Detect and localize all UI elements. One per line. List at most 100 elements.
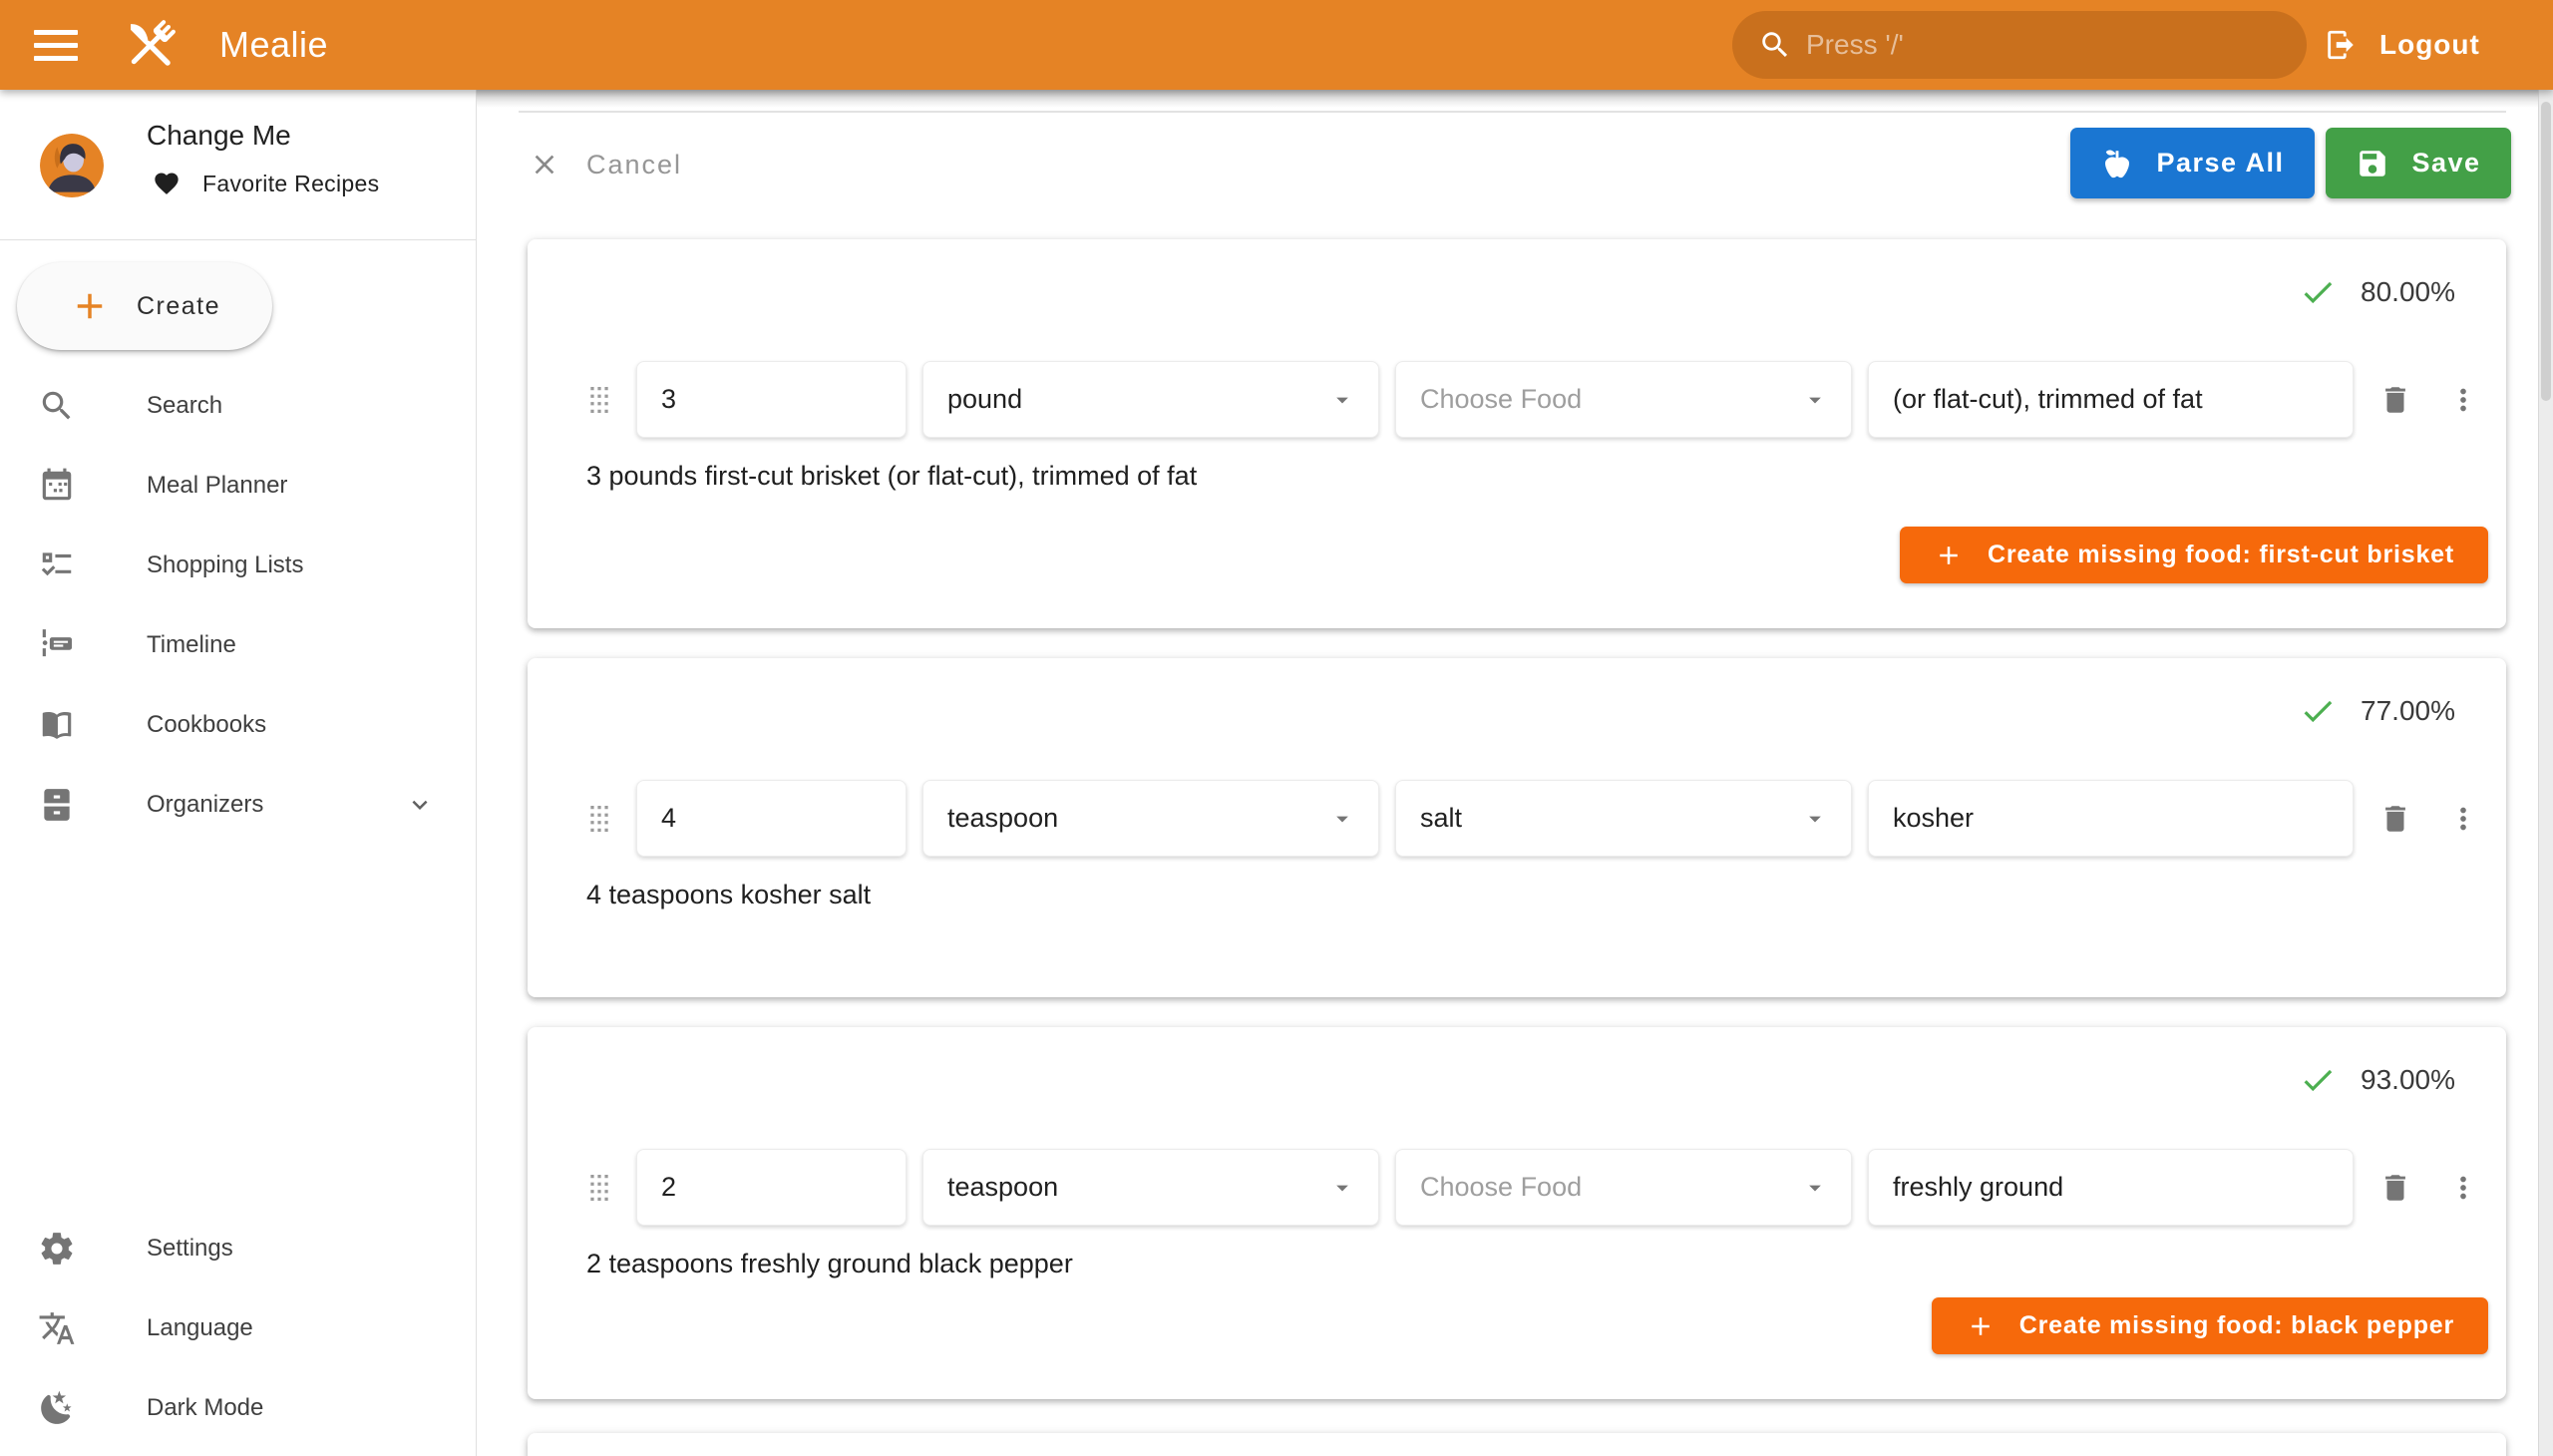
- create-missing-food-button[interactable]: Create missing food: first-cut brisket: [1900, 527, 2488, 583]
- drag-handle-icon[interactable]: [586, 797, 620, 841]
- note-input[interactable]: [1868, 780, 2354, 857]
- drag-handle-icon[interactable]: [586, 378, 620, 422]
- sidebar-item-timeline[interactable]: Timeline: [0, 605, 476, 685]
- ingredient-card: 93.00% teaspoon Choose Food 2 teaspoons …: [528, 1027, 2506, 1399]
- sidebar-footer: Settings Language Dark Mode: [0, 1209, 476, 1448]
- chevron-down-icon[interactable]: [405, 790, 435, 820]
- dropdown-caret-icon: [1801, 386, 1829, 414]
- sidebar-item-cookbooks[interactable]: Cookbooks: [0, 685, 476, 765]
- avatar[interactable]: [40, 134, 104, 197]
- ingredient-parser-page: Cancel Parse All Save 80.00% pound: [477, 90, 2553, 1456]
- quantity-input[interactable]: [636, 361, 907, 438]
- original-ingredient-text: 3 pounds first-cut brisket (or flat-cut)…: [586, 461, 1197, 492]
- menu-icon[interactable]: [34, 23, 78, 67]
- scrollbar-thumb[interactable]: [2541, 102, 2551, 401]
- sidebar-item-label: Settings: [147, 1235, 233, 1263]
- food-select[interactable]: Choose Food: [1395, 1149, 1852, 1226]
- dropdown-caret-icon: [1328, 1174, 1356, 1202]
- dropdown-caret-icon: [1801, 805, 1829, 833]
- unit-select[interactable]: pound: [922, 361, 1379, 438]
- sidebar-nav: Search Meal Planner Shopping Lists Timel…: [0, 366, 476, 845]
- parse-all-button[interactable]: Parse All: [2070, 128, 2315, 198]
- sidebar-item-settings[interactable]: Settings: [0, 1209, 476, 1288]
- user-name: Change Me: [147, 120, 291, 152]
- timeline-icon: [38, 626, 76, 664]
- unit-value: teaspoon: [947, 1172, 1058, 1203]
- logout-icon: [2324, 28, 2358, 62]
- search-bar[interactable]: [1732, 11, 2307, 79]
- parse-all-label: Parse All: [2156, 148, 2284, 179]
- sidebar-item-shopping-lists[interactable]: Shopping Lists: [0, 526, 476, 605]
- more-options-button[interactable]: [2437, 793, 2489, 845]
- cancel-button[interactable]: Cancel: [529, 135, 682, 194]
- confidence-row: 80.00%: [2299, 273, 2455, 311]
- search-icon: [1758, 28, 1792, 62]
- user-block[interactable]: Change Me Favorite Recipes: [0, 90, 476, 239]
- save-button[interactable]: Save: [2326, 128, 2511, 198]
- unit-select[interactable]: teaspoon: [922, 780, 1379, 857]
- moon-icon: [38, 1389, 76, 1427]
- cabinet-icon: [38, 786, 76, 824]
- more-options-button[interactable]: [2437, 374, 2489, 426]
- check-icon: [2299, 273, 2337, 311]
- sidebar-item-label: Timeline: [147, 631, 236, 659]
- list-checks-icon: [38, 546, 76, 584]
- delete-button[interactable]: [2370, 793, 2421, 845]
- favorite-recipes-link[interactable]: Favorite Recipes: [153, 170, 379, 197]
- confidence-value: 93.00%: [2361, 1064, 2455, 1096]
- unit-select[interactable]: teaspoon: [922, 1149, 1379, 1226]
- sidebar-item-label: Cookbooks: [147, 711, 266, 739]
- plus-icon: [1934, 541, 1964, 570]
- create-missing-food-button[interactable]: Create missing food: black pepper: [1932, 1297, 2488, 1354]
- more-options-button[interactable]: [2437, 1162, 2489, 1214]
- heart-icon: [153, 170, 181, 197]
- dropdown-caret-icon: [1328, 805, 1356, 833]
- scrollbar[interactable]: [2538, 90, 2553, 1456]
- food-placeholder: Choose Food: [1420, 384, 1582, 415]
- kebab-icon: [2446, 383, 2480, 417]
- app-bar: Mealie Logout: [0, 0, 2553, 90]
- trash-icon: [2378, 802, 2412, 836]
- logout-button[interactable]: Logout: [2324, 0, 2480, 90]
- delete-button[interactable]: [2370, 374, 2421, 426]
- sidebar: Change Me Favorite Recipes Create Search…: [0, 90, 477, 1456]
- plus-icon: [69, 285, 111, 327]
- search-input[interactable]: [1806, 29, 2245, 61]
- sidebar-divider: [0, 239, 476, 240]
- sidebar-item-language[interactable]: Language: [0, 1288, 476, 1368]
- sidebar-item-label: Meal Planner: [147, 472, 287, 500]
- book-open-icon: [38, 706, 76, 744]
- magnify-icon: [38, 387, 76, 425]
- food-select[interactable]: salt: [1395, 780, 1852, 857]
- sidebar-item-meal-planner[interactable]: Meal Planner: [0, 446, 476, 526]
- note-input[interactable]: [1868, 361, 2354, 438]
- quantity-input[interactable]: [636, 1149, 907, 1226]
- confidence-value: 80.00%: [2361, 276, 2455, 308]
- food-select[interactable]: Choose Food: [1395, 361, 1852, 438]
- note-input[interactable]: [1868, 1149, 2354, 1226]
- cancel-label: Cancel: [586, 150, 682, 181]
- food-value: salt: [1420, 803, 1462, 834]
- sidebar-item-dark-mode[interactable]: Dark Mode: [0, 1368, 476, 1448]
- appbar-shadow: [477, 90, 2553, 108]
- save-label: Save: [2411, 148, 2480, 179]
- drag-handle-icon[interactable]: [586, 1166, 620, 1210]
- check-icon: [2299, 692, 2337, 730]
- create-label: Create: [137, 292, 220, 321]
- unit-value: teaspoon: [947, 803, 1058, 834]
- translate-icon: [38, 1309, 76, 1347]
- sidebar-item-search[interactable]: Search: [0, 366, 476, 446]
- calendar-icon: [38, 467, 76, 505]
- kebab-icon: [2446, 1171, 2480, 1205]
- create-missing-food-label: Create missing food: black pepper: [2019, 1311, 2454, 1340]
- create-button[interactable]: Create: [17, 262, 272, 350]
- original-ingredient-text: 4 teaspoons kosher salt: [586, 880, 871, 910]
- delete-button[interactable]: [2370, 1162, 2421, 1214]
- quantity-input[interactable]: [636, 780, 907, 857]
- apple-icon: [2100, 147, 2134, 181]
- sidebar-item-organizers[interactable]: Organizers: [0, 765, 476, 845]
- food-placeholder: Choose Food: [1420, 1172, 1582, 1203]
- plus-icon: [1966, 1311, 1996, 1341]
- app-title: Mealie: [219, 24, 328, 66]
- dropdown-caret-icon: [1801, 1174, 1829, 1202]
